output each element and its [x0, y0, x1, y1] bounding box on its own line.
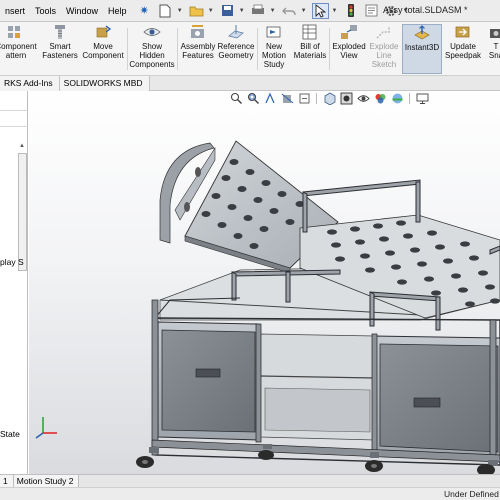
chevron-down-icon[interactable]: ▼ — [270, 8, 276, 14]
update-speedpak-label: Update Speedpak — [444, 42, 482, 60]
update-speedpak-button[interactable]: Update Speedpak — [443, 24, 483, 74]
menu-window[interactable]: Window — [61, 6, 103, 16]
smart-fasteners-label: Smart Fasteners — [42, 42, 78, 60]
pattern-icon — [7, 24, 25, 40]
reference-geometry-label: Reference Geometry — [217, 42, 255, 60]
menu-bar: nsert Tools Window Help ✷ ▼ ▼ ▼ ▼ ▼ ▼ ▼ … — [0, 0, 500, 22]
new-motion-study-button[interactable]: New Motion Study — [256, 24, 292, 74]
headboard-hole — [184, 202, 190, 212]
file-properties-icon[interactable] — [363, 3, 380, 19]
take-snapshot-label: T Sna — [488, 42, 500, 60]
panel-divider — [0, 126, 28, 127]
exploded-view-button[interactable]: Exploded View — [330, 24, 368, 74]
exploded-view-icon — [340, 24, 358, 40]
menu-help[interactable]: Help — [103, 6, 132, 16]
chevron-down-icon[interactable]: ▼ — [208, 8, 214, 14]
instant3d-button[interactable]: Instant3D — [402, 24, 442, 74]
new-motion-study-label: New Motion Study — [261, 42, 286, 69]
menu-tools[interactable]: Tools — [30, 6, 61, 16]
pin-icon[interactable]: ✷ — [140, 4, 149, 17]
explode-line-icon — [375, 24, 393, 40]
tab-motion-study-2[interactable]: Motion Study 2 — [13, 475, 80, 487]
take-snapshot-button[interactable]: T Sna — [484, 24, 500, 74]
menu-insert[interactable]: nsert — [0, 6, 30, 16]
display-state-text: play S — [0, 257, 24, 267]
quick-access-toolbar: ▼ ▼ ▼ ▼ ▼ ▼ ▼ — [157, 2, 411, 19]
show-hidden-components-label: Show Hidden Components — [129, 42, 175, 69]
scroll-up-arrow-icon[interactable]: ▲ — [19, 143, 25, 149]
command-manager-tabs: RKS Add-Ins SOLIDWORKS MBD — [0, 76, 500, 91]
tab-solidworks-mbd[interactable]: SOLIDWORKS MBD — [59, 76, 150, 91]
bottom-tabs: 1 Motion Study 2 — [0, 474, 500, 487]
chevron-down-icon[interactable]: ▼ — [301, 8, 307, 14]
coordinate-triad — [35, 417, 57, 439]
panel-divider — [0, 110, 28, 111]
show-hidden-icon — [143, 24, 161, 40]
linear-component-pattern-button[interactable]: Component attern — [0, 24, 40, 74]
new-document-icon[interactable] — [157, 3, 174, 19]
rebuild-traffic-light-icon[interactable] — [343, 3, 360, 19]
linear-component-pattern-label: Component attern — [0, 42, 37, 60]
chevron-down-icon[interactable]: ▼ — [239, 8, 245, 14]
document-title: Assy total.SLDASM * — [383, 5, 468, 15]
instant3d-icon — [413, 25, 431, 41]
speedpak-icon — [454, 24, 472, 40]
select-pointer-icon[interactable] — [311, 2, 329, 19]
instant3d-label: Instant3D — [404, 43, 440, 52]
graphics-area[interactable] — [29, 91, 500, 474]
right-drawer-handle[interactable] — [413, 397, 441, 408]
chevron-down-icon[interactable]: ▼ — [332, 8, 338, 14]
explode-line-sketch-label: Explode Line Sketch — [369, 42, 399, 69]
tab-solidworks-addins[interactable]: RKS Add-Ins — [0, 76, 60, 91]
bill-of-materials-label: Bill of Materials — [293, 42, 327, 60]
state-text: State — [0, 429, 20, 439]
move-component-label: Move Component — [82, 42, 124, 60]
chevron-down-icon[interactable]: ▼ — [177, 8, 183, 14]
bill-of-materials-button[interactable]: Bill of Materials — [292, 24, 328, 74]
bom-icon — [301, 24, 319, 40]
feature-manager-panel: ▲ play S State — [0, 91, 28, 474]
assembly-features-icon — [189, 24, 207, 40]
exploded-view-label: Exploded View — [332, 42, 366, 60]
smart-fasteners-button[interactable]: Smart Fasteners — [40, 24, 80, 74]
left-drawer-handle[interactable] — [195, 368, 221, 378]
reference-geometry-button[interactable]: Reference Geometry — [216, 24, 256, 74]
left-drawer-front[interactable] — [161, 329, 256, 433]
tab-motion-study-1[interactable]: 1 — [0, 475, 14, 487]
panel-scrollbar[interactable] — [18, 153, 27, 271]
move-component-icon — [94, 24, 112, 40]
snapshot-icon — [487, 24, 500, 40]
headboard-hole — [195, 167, 201, 177]
status-bar: Under Defined — [0, 487, 500, 500]
reference-geometry-icon — [227, 24, 245, 40]
print-icon[interactable] — [250, 3, 267, 19]
motion-study-icon — [265, 24, 283, 40]
status-text: Under Defined — [444, 489, 499, 499]
move-component-button[interactable]: Move Component — [80, 24, 126, 74]
explode-line-sketch-button[interactable]: Explode Line Sketch — [366, 24, 402, 74]
hospital-bed-model[interactable] — [29, 91, 500, 474]
command-manager-ribbon: Component attern Smart Fasteners Move Co… — [0, 22, 500, 76]
assembly-features-button[interactable]: Assembly Features — [178, 24, 218, 74]
save-icon[interactable] — [219, 3, 236, 19]
assembly-features-label: Assembly Features — [180, 42, 216, 60]
undo-icon[interactable] — [281, 3, 298, 19]
fastener-icon — [51, 24, 69, 40]
open-folder-icon[interactable] — [188, 3, 205, 19]
show-hidden-components-button[interactable]: Show Hidden Components — [128, 24, 176, 74]
